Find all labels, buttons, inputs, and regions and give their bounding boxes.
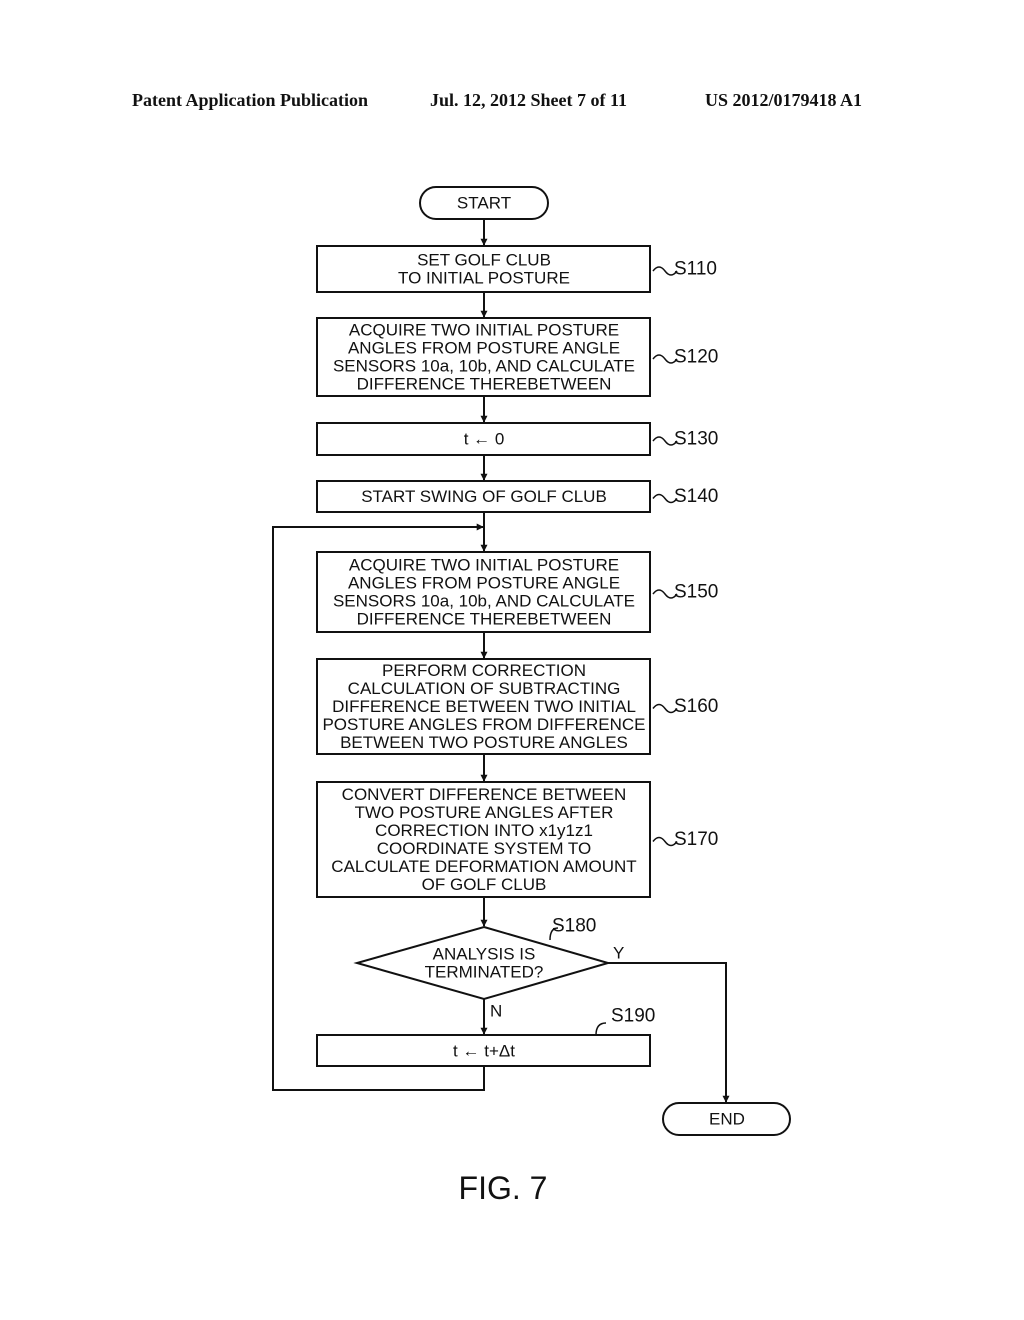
- process-text-s160-line: PERFORM CORRECTION: [382, 661, 586, 680]
- process-text-s190-line: t ← t+Δt: [453, 1042, 515, 1061]
- process-text-s170-line: CONVERT DIFFERENCE BETWEEN: [342, 785, 627, 804]
- yes-branch-arrow: [608, 962, 730, 1103]
- end-label-line: END: [709, 1110, 745, 1129]
- step-label-s190: S190: [611, 1006, 655, 1027]
- process-text-s160-line: POSTURE ANGLES FROM DIFFERENCE: [322, 715, 645, 734]
- process-text-s120-line: DIFFERENCE THEREBETWEEN: [357, 375, 612, 394]
- process-text-s110-line: TO INITIAL POSTURE: [398, 269, 570, 288]
- process-text-s150-line: ANGLES FROM POSTURE ANGLE: [348, 574, 620, 593]
- process-text-s160-line: BETWEEN TWO POSTURE ANGLES: [340, 733, 628, 752]
- process-text-s170-line: CALCULATE DEFORMATION AMOUNT: [331, 857, 636, 876]
- process-text-s160-line: CALCULATION OF SUBTRACTING: [348, 679, 621, 698]
- process-text-s170-line: CORRECTION INTO x1y1z1: [375, 821, 593, 840]
- step-label-s180: S180: [552, 916, 596, 937]
- process-text-s170-line: OF GOLF CLUB: [422, 875, 547, 894]
- process-text-s160-line: DIFFERENCE BETWEEN TWO INITIAL: [332, 697, 636, 716]
- figure-caption: FIG. 7: [459, 1170, 548, 1206]
- decision-text-line: TERMINATED?: [425, 963, 544, 982]
- process-text-s170-line: TWO POSTURE ANGLES AFTER: [355, 803, 614, 822]
- process-text-s120-line: ACQUIRE TWO INITIAL POSTURE: [349, 321, 619, 340]
- decision-text-line: ANALYSIS IS: [433, 945, 536, 964]
- process-text-s110-line: SET GOLF CLUB: [417, 251, 551, 270]
- step-label-s140: S140: [674, 486, 718, 507]
- process-text-s140-line: START SWING OF GOLF CLUB: [361, 487, 607, 506]
- flowchart: START SET GOLF CLUBTO INITIAL POSTURE S110…: [272, 186, 791, 1206]
- step-leader: [595, 1022, 607, 1036]
- yes-label: Y: [613, 944, 624, 963]
- process-text-s150-line: DIFFERENCE THEREBETWEEN: [357, 610, 612, 629]
- process-text-s170-line: COORDINATE SYSTEM TO: [377, 839, 591, 858]
- step-label-s150: S150: [674, 582, 718, 603]
- step-label-s170: S170: [674, 829, 718, 850]
- process-text-s150-line: ACQUIRE TWO INITIAL POSTURE: [349, 556, 619, 575]
- step-label-s110: S110: [674, 259, 717, 280]
- step-label-s130: S130: [674, 429, 718, 450]
- process-text-s130-line: t ← 0: [464, 430, 505, 449]
- step-label-s120: S120: [674, 347, 718, 368]
- no-label: N: [490, 1002, 502, 1021]
- process-text-s120-line: ANGLES FROM POSTURE ANGLE: [348, 339, 620, 358]
- process-text-s120-line: SENSORS 10a, 10b, AND CALCULATE: [333, 357, 635, 376]
- step-label-s160: S160: [674, 696, 718, 717]
- start-label-line: START: [457, 194, 511, 213]
- process-text-s150-line: SENSORS 10a, 10b, AND CALCULATE: [333, 592, 635, 611]
